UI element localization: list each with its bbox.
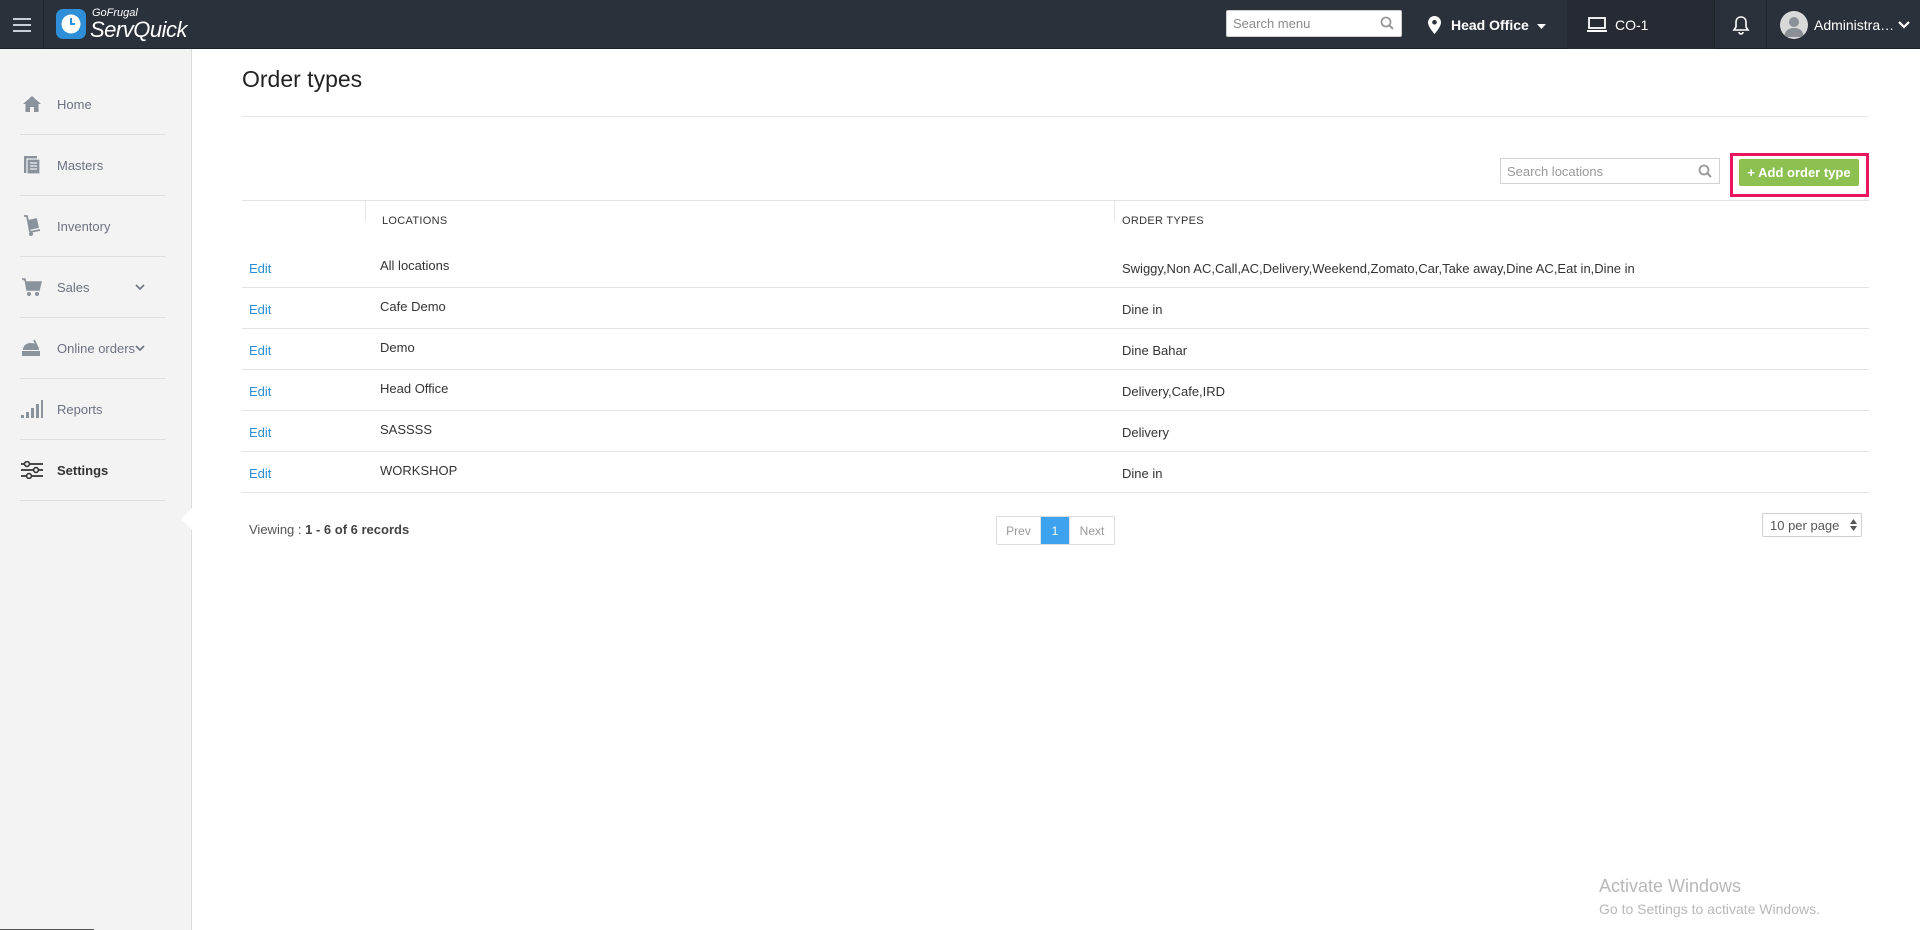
table-header: LOCATIONS ORDER TYPES bbox=[242, 200, 1869, 247]
online-orders-icon bbox=[20, 336, 44, 360]
logo-brand-name: ServQuick bbox=[90, 16, 187, 42]
pagination: Prev 1 Next bbox=[996, 516, 1115, 545]
select-arrows-icon bbox=[1850, 518, 1857, 535]
computer-icon bbox=[1587, 16, 1607, 33]
table-row: Edit All locations Swiggy,Non AC,Call,AC… bbox=[242, 247, 1869, 288]
sidebar-item-home[interactable]: Home bbox=[20, 74, 165, 135]
settings-sliders-icon bbox=[20, 458, 44, 482]
location-label: Head Office bbox=[1451, 16, 1529, 33]
edit-link[interactable]: Edit bbox=[249, 384, 271, 399]
table-row: Edit Demo Dine Bahar bbox=[242, 329, 1869, 370]
records-summary: Viewing : 1 - 6 of 6 records bbox=[249, 522, 409, 537]
inventory-icon bbox=[20, 214, 44, 238]
user-menu[interactable]: Administra… bbox=[1780, 0, 1910, 49]
sidebar-item-online-orders[interactable]: Online orders bbox=[20, 318, 165, 379]
sidebar: Home Masters Inventory Sales Online orde… bbox=[0, 49, 192, 930]
masters-icon bbox=[20, 153, 44, 177]
sidebar-item-label: Settings bbox=[57, 462, 109, 478]
per-page-value: 10 per page bbox=[1770, 517, 1840, 533]
search-menu-box bbox=[1226, 10, 1402, 37]
order-types-cell: Dine in bbox=[1122, 302, 1163, 317]
viewing-range: 1 - 6 of 6 records bbox=[305, 522, 410, 537]
order-types-cell: Dine Bahar bbox=[1122, 343, 1188, 358]
sidebar-item-label: Online orders bbox=[57, 340, 136, 356]
order-types-cell: Dine in bbox=[1122, 466, 1163, 481]
edit-link[interactable]: Edit bbox=[249, 261, 271, 276]
clock-logo-icon bbox=[56, 9, 86, 39]
sidebar-item-reports[interactable]: Reports bbox=[20, 379, 165, 440]
main-content: Order types + Add order type LOCATIONS O… bbox=[192, 49, 1920, 930]
edit-link[interactable]: Edit bbox=[249, 425, 271, 440]
chevron-down-icon bbox=[135, 279, 145, 294]
sidebar-item-label: Inventory bbox=[57, 218, 111, 234]
per-page-select[interactable]: 10 per page bbox=[1762, 513, 1862, 537]
location-cell: SASSSS bbox=[380, 422, 433, 437]
chevron-down-icon bbox=[1898, 20, 1910, 29]
counter-label: CO-1 bbox=[1615, 16, 1649, 33]
table-row: Edit Head Office Delivery,Cafe,IRD bbox=[242, 370, 1869, 411]
order-types-table: LOCATIONS ORDER TYPES Edit All locations… bbox=[242, 200, 1869, 493]
app-logo[interactable]: GoFrugal ServQuick bbox=[56, 7, 187, 41]
edit-link[interactable]: Edit bbox=[249, 343, 271, 358]
chevron-down-icon bbox=[135, 340, 145, 355]
counter-switcher[interactable]: CO-1 bbox=[1567, 0, 1714, 49]
table-row: Edit Cafe Demo Dine in bbox=[242, 288, 1869, 329]
page-title: Order types bbox=[242, 66, 363, 92]
table-row: Edit WORKSHOP Dine in bbox=[242, 452, 1869, 493]
viewing-label: Viewing : bbox=[249, 522, 302, 537]
column-separator bbox=[1114, 201, 1115, 221]
search-locations-box bbox=[1500, 158, 1720, 184]
prev-page-button[interactable]: Prev bbox=[997, 517, 1041, 544]
location-cell: Demo bbox=[380, 340, 415, 355]
search-icon[interactable] bbox=[1698, 164, 1712, 183]
caret-down-icon bbox=[1536, 17, 1546, 33]
table-row: Edit SASSSS Delivery bbox=[242, 411, 1869, 452]
sidebar-item-settings[interactable]: Settings bbox=[20, 440, 165, 501]
sidebar-item-label: Sales bbox=[57, 279, 90, 295]
reports-icon bbox=[20, 397, 44, 421]
edit-link[interactable]: Edit bbox=[249, 466, 271, 481]
avatar bbox=[1780, 10, 1808, 39]
sidebar-item-label: Home bbox=[57, 96, 92, 112]
column-separator bbox=[365, 201, 366, 221]
next-page-button[interactable]: Next bbox=[1069, 517, 1114, 544]
sidebar-item-masters[interactable]: Masters bbox=[20, 135, 165, 196]
location-cell: Cafe Demo bbox=[380, 299, 446, 314]
windows-activation-watermark: Activate Windows Go to Settings to activ… bbox=[1599, 876, 1820, 917]
search-menu-input[interactable] bbox=[1227, 11, 1377, 36]
column-header-order-types: ORDER TYPES bbox=[1122, 215, 1204, 227]
cart-icon bbox=[20, 275, 44, 299]
search-icon[interactable] bbox=[1380, 16, 1394, 35]
home-icon bbox=[20, 92, 44, 116]
order-types-cell: Delivery,Cafe,IRD bbox=[1122, 384, 1226, 399]
location-cell: WORKSHOP bbox=[380, 463, 458, 478]
order-types-cell: Delivery bbox=[1122, 425, 1169, 440]
user-name: Administra… bbox=[1814, 16, 1895, 33]
notification-bell-icon[interactable] bbox=[1714, 0, 1767, 49]
location-switcher[interactable]: Head Office bbox=[1428, 0, 1546, 49]
sidebar-item-inventory[interactable]: Inventory bbox=[20, 196, 165, 257]
top-bar: GoFrugal ServQuick Head Office CO-1 Admi… bbox=[0, 0, 1920, 49]
divider bbox=[242, 116, 1869, 117]
active-pointer bbox=[181, 508, 192, 530]
hamburger-menu-icon[interactable] bbox=[0, 0, 44, 49]
location-cell: Head Office bbox=[380, 381, 449, 396]
edit-link[interactable]: Edit bbox=[249, 302, 271, 317]
sidebar-item-label: Reports bbox=[57, 401, 103, 417]
location-pin-icon bbox=[1428, 15, 1441, 34]
search-locations-input[interactable] bbox=[1501, 159, 1691, 183]
sidebar-item-label: Masters bbox=[57, 157, 104, 173]
watermark-subtitle: Go to Settings to activate Windows. bbox=[1599, 901, 1820, 917]
sidebar-item-sales[interactable]: Sales bbox=[20, 257, 165, 318]
column-header-locations: LOCATIONS bbox=[382, 215, 448, 227]
location-cell: All locations bbox=[380, 258, 450, 273]
order-types-cell: Swiggy,Non AC,Call,AC,Delivery,Weekend,Z… bbox=[1122, 261, 1635, 276]
page-number-button[interactable]: 1 bbox=[1041, 517, 1069, 544]
add-order-type-button[interactable]: + Add order type bbox=[1739, 159, 1859, 186]
watermark-title: Activate Windows bbox=[1599, 876, 1742, 896]
